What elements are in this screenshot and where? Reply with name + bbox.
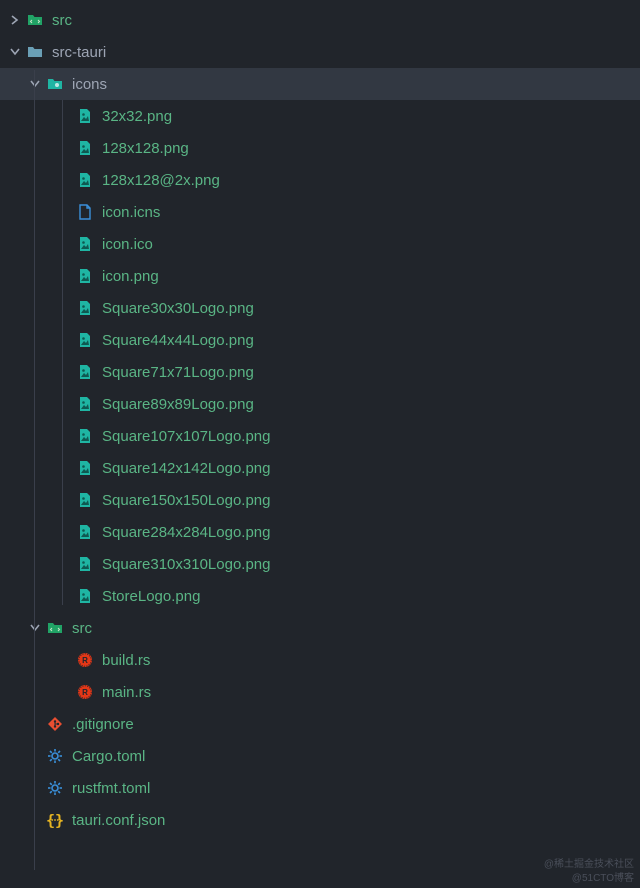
file-item[interactable]: 32x32.png xyxy=(0,100,640,132)
file-tree: src src-tauri icons 32x32.png 128x128.pn… xyxy=(0,0,640,836)
folder-label: src-tauri xyxy=(52,44,106,61)
folder-src-tauri[interactable]: src-tauri xyxy=(0,36,640,68)
file-item[interactable]: Square142x142Logo.png xyxy=(0,452,640,484)
rust-file-icon xyxy=(76,651,94,669)
file-label: rustfmt.toml xyxy=(72,780,150,797)
image-file-icon xyxy=(76,267,94,285)
file-label: Square107x107Logo.png xyxy=(102,428,271,445)
file-label: Square310x310Logo.png xyxy=(102,556,271,573)
watermark-text: @51CTO博客 xyxy=(572,869,634,884)
chevron-down-icon xyxy=(8,45,22,59)
file-item[interactable]: icon.png xyxy=(0,260,640,292)
image-file-icon xyxy=(76,491,94,509)
file-label: 32x32.png xyxy=(102,108,172,125)
image-file-icon xyxy=(76,299,94,317)
file-label: Cargo.toml xyxy=(72,748,145,765)
file-item[interactable]: build.rs xyxy=(0,644,640,676)
image-file-icon xyxy=(76,235,94,253)
image-file-icon xyxy=(76,459,94,477)
json-file-icon xyxy=(46,811,64,829)
file-item[interactable]: Square89x89Logo.png xyxy=(0,388,640,420)
file-label: tauri.conf.json xyxy=(72,812,165,829)
file-item[interactable]: 128x128.png xyxy=(0,132,640,164)
file-item[interactable]: Square284x284Logo.png xyxy=(0,516,640,548)
file-item[interactable]: Square71x71Logo.png xyxy=(0,356,640,388)
file-label: Square89x89Logo.png xyxy=(102,396,254,413)
file-label: StoreLogo.png xyxy=(102,588,200,605)
file-label: Square284x284Logo.png xyxy=(102,524,271,541)
gear-file-icon xyxy=(46,747,64,765)
file-label: 128x128.png xyxy=(102,140,189,157)
image-file-icon xyxy=(76,107,94,125)
file-label: Square30x30Logo.png xyxy=(102,300,254,317)
image-file-icon xyxy=(76,395,94,413)
file-label: Square150x150Logo.png xyxy=(102,492,271,509)
chevron-right-icon xyxy=(8,13,22,27)
file-label: icon.ico xyxy=(102,236,153,253)
file-item[interactable]: Square107x107Logo.png xyxy=(0,420,640,452)
file-label: Square44x44Logo.png xyxy=(102,332,254,349)
file-item[interactable]: icon.icns xyxy=(0,196,640,228)
image-file-icon xyxy=(76,523,94,541)
file-item[interactable]: StoreLogo.png xyxy=(0,580,640,612)
file-label: main.rs xyxy=(102,684,151,701)
file-tauri-conf[interactable]: tauri.conf.json xyxy=(0,804,640,836)
image-file-icon xyxy=(76,363,94,381)
folder-label: src xyxy=(52,12,72,29)
file-label: icon.png xyxy=(102,268,159,285)
folder-src-inner[interactable]: src xyxy=(0,612,640,644)
file-label: build.rs xyxy=(102,652,150,669)
file-item[interactable]: Square150x150Logo.png xyxy=(0,484,640,516)
file-item[interactable]: icon.ico xyxy=(0,228,640,260)
rust-file-icon xyxy=(76,683,94,701)
folder-code-icon xyxy=(26,11,44,29)
folder-icons-icon xyxy=(46,75,64,93)
folder-label: icons xyxy=(72,76,107,93)
image-file-icon xyxy=(76,171,94,189)
folder-label: src xyxy=(72,620,92,637)
file-item[interactable]: 128x128@2x.png xyxy=(0,164,640,196)
folder-code-icon xyxy=(46,619,64,637)
image-file-icon xyxy=(76,587,94,605)
file-item[interactable]: Square44x44Logo.png xyxy=(0,324,640,356)
file-item[interactable]: main.rs xyxy=(0,676,640,708)
file-item[interactable]: Square310x310Logo.png xyxy=(0,548,640,580)
image-file-icon xyxy=(76,331,94,349)
folder-src-root[interactable]: src xyxy=(0,4,640,36)
image-file-icon xyxy=(76,555,94,573)
file-rustfmt-toml[interactable]: rustfmt.toml xyxy=(0,772,640,804)
chevron-down-icon xyxy=(28,621,42,635)
generic-file-icon xyxy=(76,203,94,221)
image-file-icon xyxy=(76,139,94,157)
file-gitignore[interactable]: .gitignore xyxy=(0,708,640,740)
image-file-icon xyxy=(76,427,94,445)
file-label: Square142x142Logo.png xyxy=(102,460,271,477)
gear-file-icon xyxy=(46,779,64,797)
file-label: 128x128@2x.png xyxy=(102,172,220,189)
folder-icons[interactable]: icons xyxy=(0,68,640,100)
file-label: .gitignore xyxy=(72,716,134,733)
file-label: Square71x71Logo.png xyxy=(102,364,254,381)
watermark-text: @稀土掘金技术社区 xyxy=(544,855,634,870)
chevron-down-icon xyxy=(28,77,42,91)
file-item[interactable]: Square30x30Logo.png xyxy=(0,292,640,324)
file-label: icon.icns xyxy=(102,204,160,221)
file-cargo-toml[interactable]: Cargo.toml xyxy=(0,740,640,772)
folder-open-icon xyxy=(26,43,44,61)
git-file-icon xyxy=(46,715,64,733)
